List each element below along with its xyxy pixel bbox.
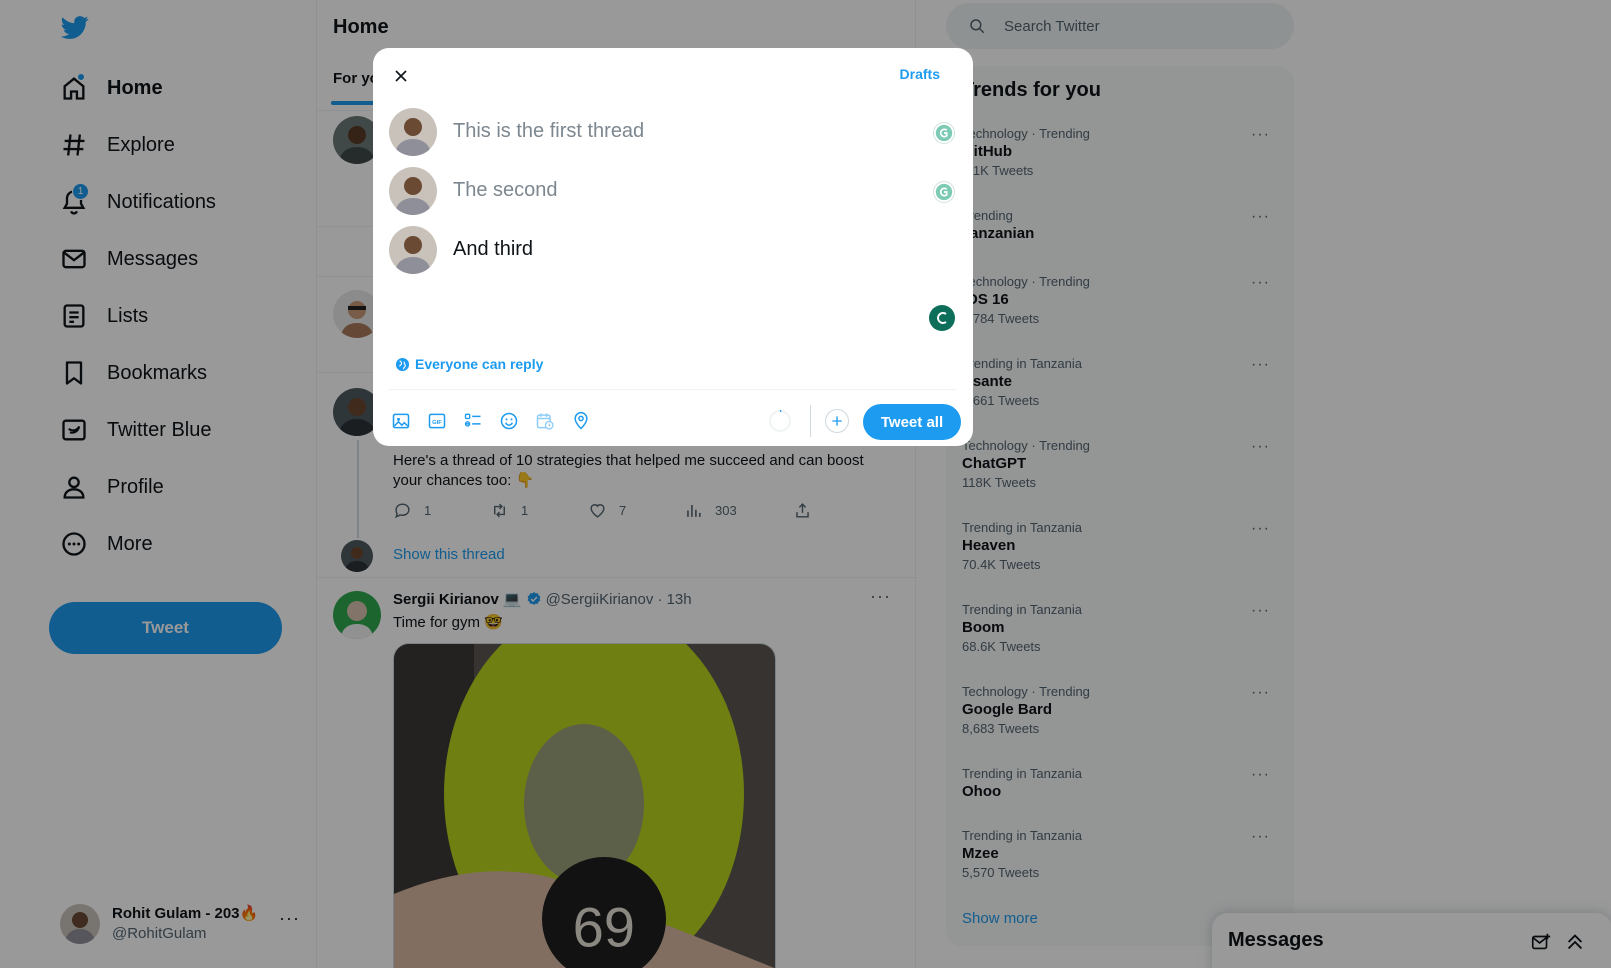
svg-text:GIF: GIF <box>432 420 442 426</box>
thread-entry[interactable]: The second <box>389 167 959 217</box>
reply-permission-button[interactable]: Everyone can reply <box>395 356 543 372</box>
gif-icon[interactable]: GIF <box>427 411 447 431</box>
globe-icon <box>395 357 410 371</box>
character-count-ring <box>769 410 791 432</box>
grammarly-icon[interactable] <box>929 305 955 331</box>
divider <box>389 389 957 390</box>
add-tweet-button[interactable] <box>825 409 849 433</box>
grammarly-icon[interactable] <box>933 181 955 203</box>
emoji-icon[interactable] <box>499 411 519 431</box>
composer-toolbar: GIF <box>391 411 607 435</box>
poll-icon[interactable] <box>463 411 483 431</box>
thread-entry[interactable]: This is the first thread <box>389 108 959 158</box>
avatar <box>389 108 437 156</box>
drafts-button[interactable]: Drafts <box>900 66 940 82</box>
location-icon[interactable] <box>571 411 591 431</box>
tweet-all-button[interactable]: Tweet all <box>863 404 961 440</box>
close-button[interactable] <box>383 58 419 94</box>
avatar <box>389 167 437 215</box>
thread-entry-active[interactable]: And third <box>389 226 959 276</box>
close-icon <box>395 70 407 82</box>
tweet-composer-modal: Drafts This is the first thread The seco… <box>373 48 973 446</box>
schedule-icon[interactable] <box>535 411 555 431</box>
thread-entry-text[interactable]: The second <box>453 179 558 202</box>
toolbar-divider <box>810 405 811 437</box>
plus-icon <box>832 416 842 426</box>
avatar <box>389 226 437 274</box>
reply-permission-label: Everyone can reply <box>415 356 544 372</box>
image-icon[interactable] <box>391 411 411 431</box>
grammarly-icon[interactable] <box>933 122 955 144</box>
thread-entry-text[interactable]: And third <box>453 238 533 261</box>
thread-entry-text[interactable]: This is the first thread <box>453 120 644 143</box>
